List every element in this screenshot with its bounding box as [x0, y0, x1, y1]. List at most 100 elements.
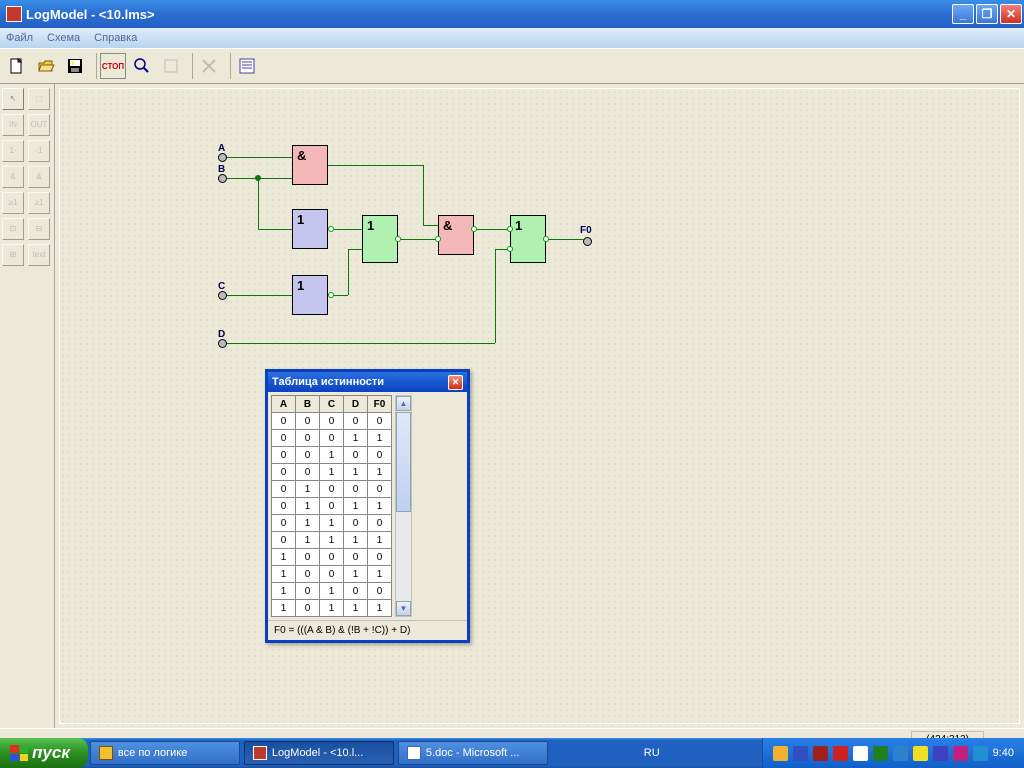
- palette-out[interactable]: OUT: [28, 114, 50, 136]
- palette-or-r[interactable]: ≥1: [28, 192, 50, 214]
- separator: [225, 53, 231, 79]
- palette-t7[interactable]: ⊞: [2, 244, 24, 266]
- gate-or-1[interactable]: 1: [362, 215, 398, 263]
- table-row: 00000: [272, 413, 392, 430]
- palette-and-l[interactable]: &: [2, 166, 24, 188]
- app-icon: [253, 746, 267, 760]
- zoom-button[interactable]: [129, 53, 155, 79]
- scroll-down-icon[interactable]: ▼: [396, 601, 411, 616]
- palette-pointer[interactable]: ↖: [2, 88, 24, 110]
- palette-text[interactable]: text: [28, 244, 50, 266]
- title-bar: LogModel - <10.lms> _ ❐ ✕: [0, 0, 1024, 28]
- table-row: 10000: [272, 549, 392, 566]
- taskbar: пуск все по логике LogModel - <10.l... 5…: [0, 738, 1024, 768]
- port-bubble: [543, 236, 549, 242]
- tray-icon[interactable]: [913, 746, 928, 761]
- taskbar-item[interactable]: LogModel - <10.l...: [244, 741, 394, 765]
- tray-icon[interactable]: [873, 746, 888, 761]
- wire: [495, 249, 496, 343]
- input-port-d[interactable]: [218, 339, 227, 348]
- table-row: 01000: [272, 481, 392, 498]
- port-bubble: [435, 236, 441, 242]
- menu-bar: Файл Схема Справка: [0, 28, 1024, 48]
- truth-table-close[interactable]: ✕: [448, 375, 463, 390]
- delete-button: [196, 53, 222, 79]
- port-bubble: [507, 226, 513, 232]
- window-title: LogModel - <10.lms>: [26, 7, 952, 22]
- schematic-canvas[interactable]: A B C D & 1 1 1 & 1 F0: [59, 88, 1020, 724]
- gate-or-2[interactable]: 1: [510, 215, 546, 263]
- new-button[interactable]: [4, 53, 30, 79]
- tray-icon[interactable]: [853, 746, 868, 761]
- input-port-a[interactable]: [218, 153, 227, 162]
- maximize-button[interactable]: ❐: [976, 4, 998, 24]
- input-port-c[interactable]: [218, 291, 227, 300]
- taskbar-item[interactable]: все по логике: [90, 741, 240, 765]
- scroll-thumb[interactable]: [396, 412, 411, 512]
- palette-or-l[interactable]: ≥1: [2, 192, 24, 214]
- wire: [227, 343, 495, 344]
- tray-icon[interactable]: [893, 746, 908, 761]
- tray-icon[interactable]: [973, 746, 988, 761]
- palette-insert[interactable]: ⬚: [28, 88, 50, 110]
- windows-flag-icon: [10, 745, 28, 761]
- stop-button[interactable]: СТОП: [100, 53, 126, 79]
- scroll-up-icon[interactable]: ▲: [396, 396, 411, 411]
- input-port-b[interactable]: [218, 174, 227, 183]
- gate-and-2[interactable]: &: [438, 215, 474, 255]
- save-button[interactable]: [62, 53, 88, 79]
- table-header-row: A B C D F0: [272, 396, 392, 413]
- truth-table-titlebar[interactable]: Таблица истинности ✕: [268, 372, 467, 392]
- palette-in[interactable]: IN: [2, 114, 24, 136]
- taskbar-item[interactable]: 5.doc - Microsoft ...: [398, 741, 548, 765]
- port-bubble: [395, 236, 401, 242]
- palette-not-r[interactable]: ·1: [28, 140, 50, 162]
- language-indicator[interactable]: RU: [644, 747, 660, 759]
- gate-and-1[interactable]: &: [292, 145, 328, 185]
- toolbar: СТОП: [0, 48, 1024, 84]
- app-icon: [6, 6, 22, 22]
- list-button[interactable]: [234, 53, 260, 79]
- tray-icon[interactable]: [953, 746, 968, 761]
- palette-x2[interactable]: ⊟: [28, 218, 50, 240]
- palette-not-l[interactable]: 1·: [2, 140, 24, 162]
- separator: [187, 53, 193, 79]
- tray-icon[interactable]: [813, 746, 828, 761]
- wire: [258, 229, 292, 230]
- truth-table: A B C D F0 00000 00011 00100 00111 01000…: [271, 395, 392, 617]
- output-label-f0: F0: [580, 225, 592, 236]
- start-button[interactable]: пуск: [0, 738, 88, 768]
- minimize-button[interactable]: _: [952, 4, 974, 24]
- wire: [348, 249, 362, 250]
- wire: [474, 229, 510, 230]
- tool-palette: ↖ ⬚ IN OUT 1· ·1 & & ≥1 ≥1 ⊡ ⊟ ⊞ text: [0, 84, 55, 728]
- output-port-f0[interactable]: [583, 237, 592, 246]
- tray-icon[interactable]: [773, 746, 788, 761]
- tray-icon[interactable]: [933, 746, 948, 761]
- port-bubble: [471, 226, 477, 232]
- open-button[interactable]: [33, 53, 59, 79]
- menu-file[interactable]: Файл: [6, 32, 33, 44]
- gate-not-c[interactable]: 1: [292, 275, 328, 315]
- palette-and-r[interactable]: &: [28, 166, 50, 188]
- separator: [91, 53, 97, 79]
- close-button[interactable]: ✕: [1000, 4, 1022, 24]
- palette-x1[interactable]: ⊡: [2, 218, 24, 240]
- wire: [546, 239, 584, 240]
- gate-not-b[interactable]: 1: [292, 209, 328, 249]
- clock[interactable]: 9:40: [993, 747, 1014, 759]
- wire: [334, 229, 362, 230]
- table-row: 00111: [272, 464, 392, 481]
- menu-help[interactable]: Справка: [94, 32, 137, 44]
- tray-icon[interactable]: [833, 746, 848, 761]
- truth-table-scrollbar[interactable]: ▲ ▼: [395, 395, 412, 617]
- system-tray[interactable]: 9:40: [762, 738, 1024, 768]
- menu-schema[interactable]: Схема: [47, 32, 80, 44]
- wire: [398, 239, 438, 240]
- truth-table-window[interactable]: Таблица истинности ✕ A B C D F0 00000 00…: [265, 369, 470, 643]
- truth-formula: F0 = (((A & B) & (!B + !C)) + D): [268, 620, 467, 640]
- table-row: 10011: [272, 566, 392, 583]
- tray-icon[interactable]: [793, 746, 808, 761]
- wire: [328, 165, 423, 166]
- table-row: 01100: [272, 515, 392, 532]
